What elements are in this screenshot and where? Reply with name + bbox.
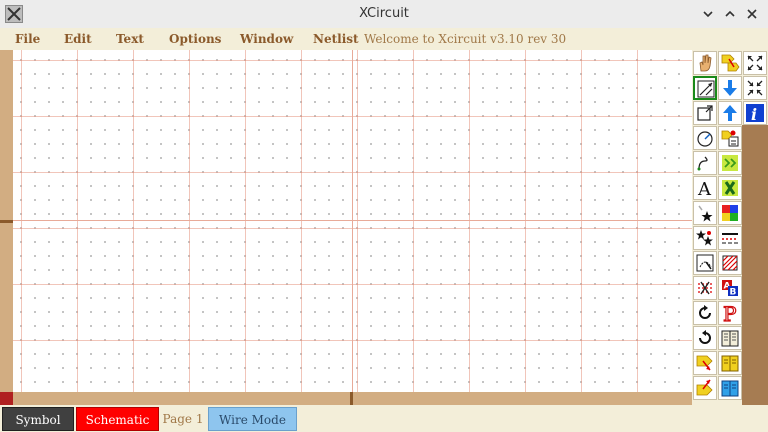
page-label: Page 1 (160, 407, 206, 431)
move-down-icon[interactable] (718, 76, 742, 100)
maximize-icon[interactable] (720, 4, 740, 24)
move-up-icon[interactable] (718, 101, 742, 125)
origin-axis-horizontal (13, 220, 692, 221)
origin-axis-vertical (352, 50, 353, 392)
box-icon[interactable] (693, 101, 717, 125)
schematic-button[interactable]: Schematic (76, 407, 159, 431)
menu-netlist[interactable]: Netlist (313, 28, 359, 50)
menu-window[interactable]: Window (240, 28, 293, 50)
title-bar: XCircuit (0, 0, 768, 29)
library-directory-icon[interactable] (718, 126, 742, 150)
pan-icon[interactable] (693, 51, 717, 75)
fit-zoom-icon[interactable] (743, 51, 767, 75)
library-green-icon[interactable] (718, 176, 742, 200)
page-directory-icon[interactable] (718, 326, 742, 350)
wire-icon[interactable] (693, 76, 717, 100)
tool-panel-background (742, 125, 768, 405)
status-bar: Symbol Schematic Page 1 Wire Mode (0, 405, 768, 432)
status-message: Welcome to Xcircuit v3.10 rev 30 (364, 32, 567, 46)
library-pink-icon[interactable] (718, 151, 742, 175)
svg-text:B: B (730, 288, 737, 298)
text-style-icon[interactable]: AB (718, 276, 742, 300)
menu-edit[interactable]: Edit (64, 28, 92, 50)
svg-text:i: i (751, 105, 757, 123)
drawing-canvas[interactable] (13, 50, 692, 392)
fill-pattern-icon[interactable] (718, 251, 742, 275)
menu-text[interactable]: Text (116, 28, 144, 50)
book-yellow-icon[interactable] (718, 351, 742, 375)
delete-icon[interactable] (693, 276, 717, 300)
svg-text:P: P (723, 303, 736, 323)
color-icon[interactable] (718, 201, 742, 225)
vertical-scrollbar[interactable] (0, 50, 13, 392)
line-style-icon[interactable] (718, 226, 742, 250)
rotate-ccw-icon[interactable] (693, 326, 717, 350)
wire-mode-button[interactable]: Wire Mode (208, 407, 297, 431)
pop-icon[interactable] (693, 376, 717, 400)
edit-element-icon[interactable] (693, 251, 717, 275)
scroll-corner (0, 392, 13, 405)
zoom-in-icon[interactable] (743, 76, 767, 100)
window-title: XCircuit (359, 6, 409, 21)
text-icon[interactable]: A (693, 176, 717, 200)
spline-icon[interactable] (693, 151, 717, 175)
parameter-icon[interactable]: P (718, 301, 742, 325)
vertical-scroll-thumb[interactable] (0, 220, 13, 223)
horizontal-scrollbar[interactable] (13, 392, 692, 405)
menu-options[interactable]: Options (169, 28, 221, 50)
arc-icon[interactable] (693, 126, 717, 150)
stars-icon[interactable] (693, 201, 717, 225)
menu-bar: File Edit Text Options Window Netlist We… (0, 28, 768, 50)
close-icon[interactable] (742, 4, 762, 24)
select-push-icon[interactable] (718, 51, 742, 75)
symbol-button[interactable]: Symbol (2, 407, 74, 431)
rotate-cw-icon[interactable] (693, 301, 717, 325)
svg-text:A: A (697, 179, 712, 198)
menu-file[interactable]: File (15, 28, 40, 50)
push-icon[interactable] (693, 351, 717, 375)
minimize-icon[interactable] (698, 4, 718, 24)
book-blue-icon[interactable] (718, 376, 742, 400)
horizontal-scroll-thumb[interactable] (350, 392, 353, 405)
info-icon[interactable]: i (743, 101, 767, 125)
stars-select-icon[interactable] (693, 226, 717, 250)
